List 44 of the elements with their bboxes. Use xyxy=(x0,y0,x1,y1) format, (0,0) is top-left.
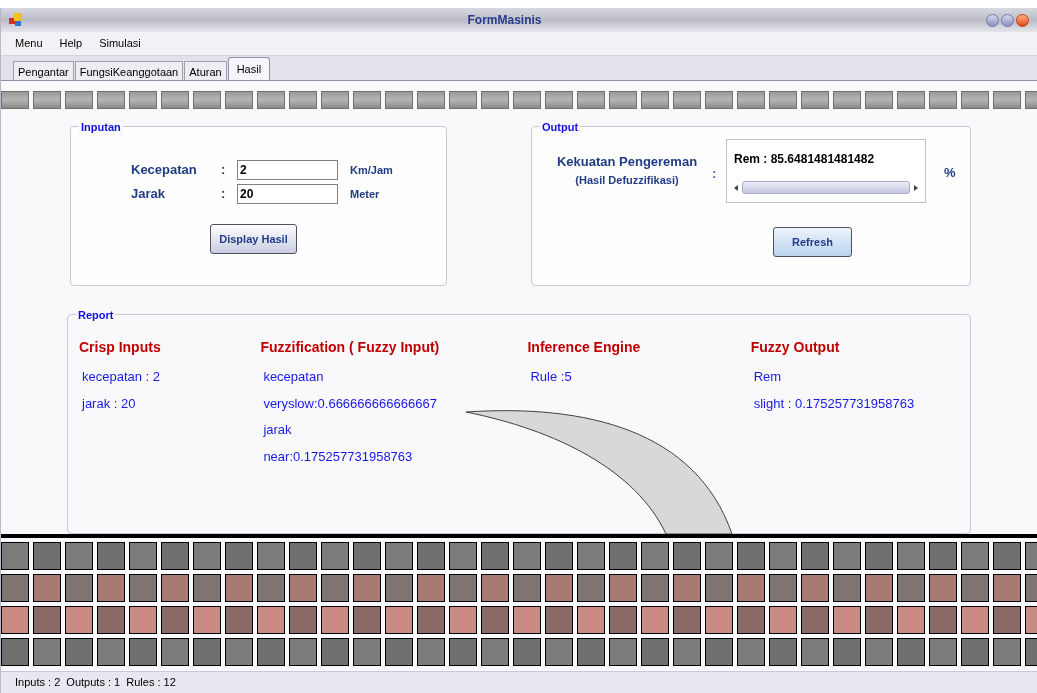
report-line: veryslow:0.666666666666667 xyxy=(263,394,438,413)
maximize-button[interactable] xyxy=(1001,13,1014,27)
colon-label: : xyxy=(221,161,227,180)
report-line: near:0.175257731958763 xyxy=(263,447,414,466)
refresh-button[interactable]: Refresh xyxy=(773,227,852,257)
input-field[interactable]: 2 xyxy=(237,160,338,180)
report-line: jarak xyxy=(263,421,293,439)
scroll-right-icon[interactable] xyxy=(914,184,918,191)
scroll-left-icon[interactable] xyxy=(734,184,738,191)
menu-item[interactable]: Menu xyxy=(15,35,43,52)
minimize-button[interactable] xyxy=(986,13,999,27)
report-line: Rule :5 xyxy=(530,368,573,386)
field-label: Jarak xyxy=(131,185,166,204)
tab[interactable]: FungsiKeanggotaan xyxy=(74,61,184,80)
output-label: Kekuatan Pengereman xyxy=(556,153,698,171)
column-heading: Fuzzification ( Fuzzy Input) xyxy=(260,338,441,357)
tab[interactable]: Hasil xyxy=(227,57,271,80)
tab[interactable]: Aturan xyxy=(184,61,227,80)
display-button[interactable]: Display Hasil xyxy=(210,224,297,254)
unit-label: Meter xyxy=(350,186,380,202)
result-text: Rem : 85.6481481481482 xyxy=(734,151,876,168)
app-icon xyxy=(9,13,23,27)
column-heading: Inference Engine xyxy=(527,338,642,357)
report-line: kecepatan : 2 xyxy=(82,368,162,386)
horizontal-scrollbar[interactable] xyxy=(734,180,918,195)
close-button[interactable] xyxy=(1016,13,1029,27)
report-line: jarak : 20 xyxy=(82,394,137,413)
status-text: Inputs : 2 Outputs : 1 Rules : 12 xyxy=(15,675,176,691)
unit-label: % xyxy=(944,164,956,182)
report-line: slight : 0.175257731958763 xyxy=(753,394,916,413)
output-sublabel: (Hasil Defuzzifikasi) xyxy=(575,172,679,188)
colon-label: : xyxy=(712,165,718,183)
column-heading: Crisp Inputs xyxy=(79,338,162,357)
field-label: Kecepatan xyxy=(131,161,198,180)
input-field[interactable]: 20 xyxy=(237,184,338,204)
tab[interactable]: Pengantar xyxy=(13,61,74,80)
unit-label: Km/Jam xyxy=(350,162,393,178)
menu-item[interactable]: Help xyxy=(59,35,83,52)
report-line: Rem xyxy=(753,368,783,386)
colon-label: : xyxy=(221,185,227,204)
column-heading: Fuzzy Output xyxy=(750,338,841,357)
menu-item[interactable]: Simulasi xyxy=(99,35,141,52)
report-line: kecepatan xyxy=(263,368,325,386)
window-title: FormMasinis xyxy=(466,12,543,29)
